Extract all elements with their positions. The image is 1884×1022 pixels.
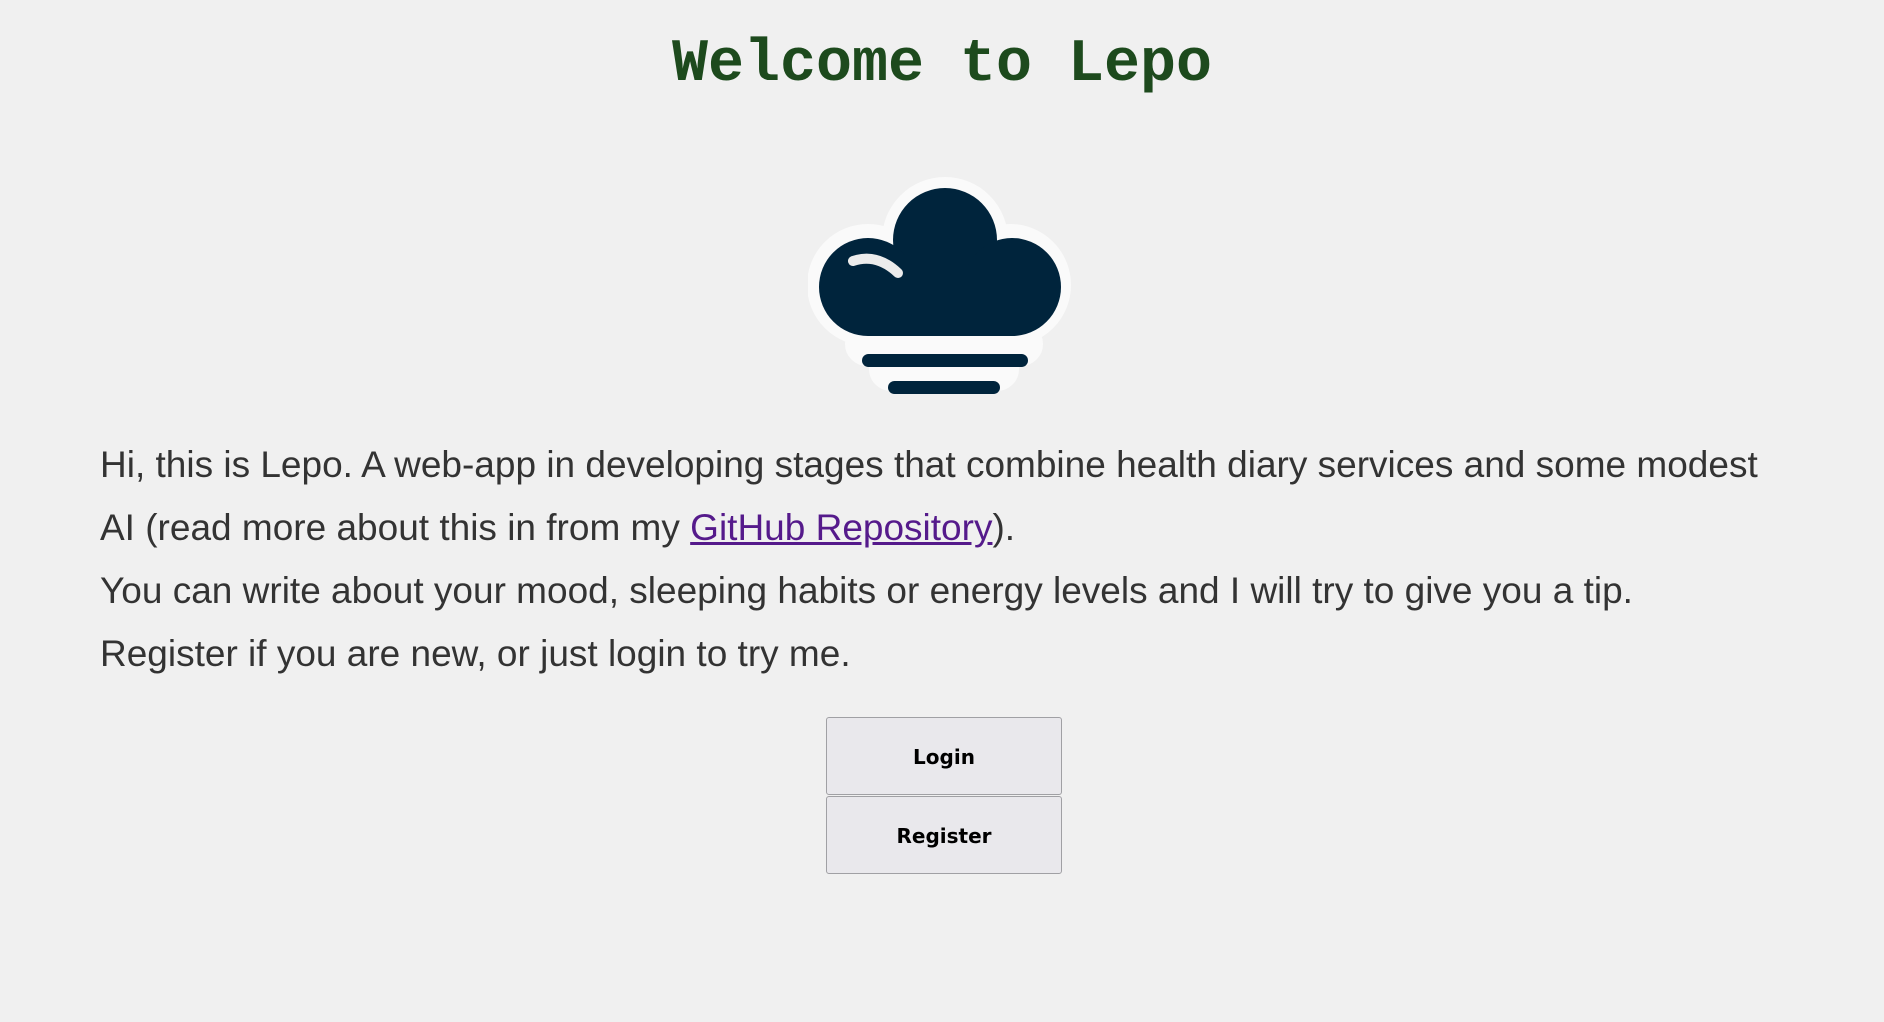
register-button[interactable]: Register (826, 796, 1062, 874)
intro-line-1-end: ). (992, 507, 1016, 548)
cloud-icon (808, 177, 1071, 394)
intro-line-3: Register if you are new, or just login t… (100, 633, 851, 674)
intro-paragraph: Hi, this is Lepo. A web-app in developin… (100, 433, 1800, 559)
intro-line-2: You can write about your mood, sleeping … (100, 570, 1633, 611)
intro-text: Hi, this is Lepo. A web-app in developin… (100, 433, 1800, 685)
login-button[interactable]: Login (826, 717, 1062, 795)
welcome-page: Welcome to Lepo Hi, this is Lepo. A web-… (0, 0, 1884, 1022)
page-title: Welcome to Lepo (671, 31, 1213, 99)
github-repository-link[interactable]: GitHub Repository (690, 507, 992, 548)
logo (808, 170, 1080, 410)
